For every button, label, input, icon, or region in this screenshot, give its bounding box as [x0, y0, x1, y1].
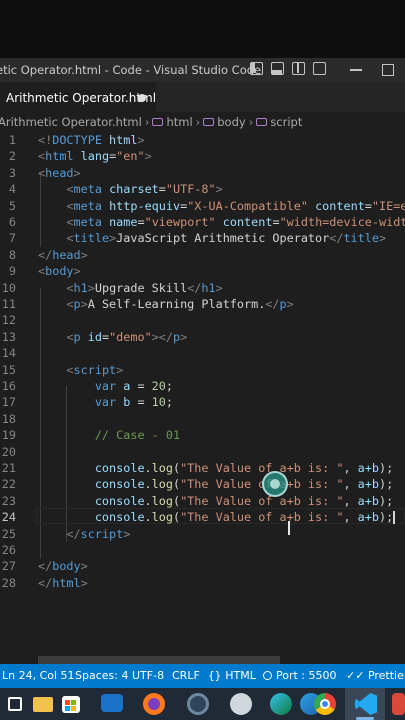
code-line: 21 console.log("The Value of a+b is: ", … — [1, 461, 394, 475]
breadcrumb-script[interactable]: script — [270, 112, 302, 132]
maximize-icon[interactable] — [382, 64, 394, 76]
code-line: 12 — [1, 313, 16, 328]
code-line: 4 <meta charset="UTF-8"> — [8, 182, 223, 197]
status-bar: Ln 24, Col 51 Spaces: 4 UTF-8 CRLF {} HTM… — [0, 664, 405, 688]
element-icon — [152, 117, 164, 126]
app-circle-icon[interactable] — [230, 693, 252, 715]
title-bar: etic Operator.html - Code - Visual Studi… — [0, 58, 405, 82]
customize-layout-icon[interactable] — [313, 62, 326, 75]
text-cursor — [393, 511, 395, 525]
horizontal-scrollbar[interactable] — [38, 656, 280, 664]
code-line: 22 console.log("The Value of a+b is: ", … — [1, 477, 394, 492]
mouse-ibeam-icon — [288, 521, 290, 535]
indentation[interactable]: Spaces: 4 — [75, 664, 128, 688]
code-line: 27 </body> — [1, 559, 88, 574]
tab-arithmetic-operator[interactable]: Arithmetic Operator.html — [0, 82, 156, 113]
breadcrumb-file[interactable]: Arithmetic Operator.html — [0, 112, 142, 132]
store-icon[interactable] — [60, 693, 82, 715]
chrome-icon[interactable] — [314, 693, 336, 715]
minimize-icon[interactable] — [350, 69, 362, 71]
touch-indicator-icon — [262, 471, 288, 497]
window-title: etic Operator.html - Code - Visual Studi… — [0, 63, 262, 77]
code-line: 11 <p>A Self-Learning Platform.</p> — [1, 297, 294, 311]
code-line: 9 <body> — [8, 264, 81, 279]
toggle-secondary-sidebar-icon[interactable] — [292, 62, 305, 75]
layout-controls — [250, 62, 326, 78]
chevron-right-icon: › — [144, 115, 150, 129]
code-line: 13 <p id="demo"></p> — [1, 329, 188, 344]
code-line: 1 <!DOCTYPE html> — [8, 133, 145, 147]
code-line: 3 <head> — [8, 165, 81, 180]
encoding[interactable]: UTF-8 — [132, 664, 164, 688]
toggle-sidebar-icon[interactable] — [250, 62, 263, 75]
braces-icon: {} — [208, 669, 222, 682]
unsaved-dot-icon[interactable] — [138, 94, 146, 102]
check-icon: ✓✓ — [346, 669, 368, 682]
live-server-port[interactable]: Port : 5500 — [263, 664, 337, 688]
code-line: 17 var b = 10; — [1, 395, 173, 410]
firefox-icon[interactable] — [143, 693, 165, 715]
code-editor[interactable]: 1 <!DOCTYPE html> 2 <html lang="en"> 3 <hea… — [0, 132, 405, 664]
language-mode[interactable]: {} HTML — [208, 664, 256, 688]
code-line: 19 // Case - 01 — [1, 428, 181, 443]
breadcrumb-body[interactable]: body — [217, 112, 245, 132]
code-line: 26 — [1, 543, 16, 557]
code-line: 28 </html> — [1, 575, 88, 590]
chevron-right-icon: › — [248, 115, 254, 129]
element-icon — [256, 117, 268, 126]
code-line: 23 console.log("The Value of a+b is: ", … — [1, 493, 394, 508]
breadcrumb-html[interactable]: html — [166, 112, 192, 132]
code-line: 15 <script> — [1, 362, 124, 377]
code-line: 7 <title>JavaScript Arithmetic Operator<… — [8, 231, 387, 246]
widgets-icon[interactable] — [5, 694, 25, 714]
end-of-line[interactable]: CRLF — [172, 664, 200, 688]
code-line: 16 var a = 20; — [1, 379, 173, 393]
mail-icon[interactable] — [101, 694, 123, 712]
code-line: 6 <meta name="viewport" content="width=d… — [8, 215, 405, 229]
code-line: 14 — [1, 346, 16, 361]
code-line-active: 24 console.log("The Value of a+b is: ", … — [1, 510, 395, 525]
code-line: 18 — [1, 411, 16, 426]
code-line: 25 </script> — [1, 526, 131, 541]
file-explorer-icon[interactable] — [32, 693, 54, 715]
toggle-panel-icon[interactable] — [271, 62, 284, 75]
cursor-position[interactable]: Ln 24, Col 51 — [2, 664, 75, 688]
video-top-bar — [0, 0, 405, 58]
app-icon[interactable] — [392, 693, 405, 715]
code-line: 8 </head> — [8, 247, 88, 262]
element-icon — [203, 117, 215, 126]
broadcast-icon — [263, 670, 272, 680]
code-line: 20 — [1, 444, 16, 459]
code-line: 10 <h1>Upgrade Skill</h1> — [1, 280, 223, 295]
prettier-status[interactable]: ✓✓ Prettier — [346, 664, 405, 688]
tab-label: Arithmetic Operator.html — [6, 91, 157, 105]
code-line: 5 <meta http-equiv="X-UA-Compatible" con… — [8, 198, 405, 213]
chevron-right-icon: › — [195, 115, 201, 129]
settings-icon[interactable] — [187, 693, 209, 715]
breadcrumb: Arithmetic Operator.html › html › body › scrip… — [0, 112, 405, 132]
edge-icon[interactable] — [270, 693, 292, 715]
tab-bar: Arithmetic Operator.html — [0, 82, 405, 113]
code-line: 2 <html lang="en"> — [8, 149, 152, 164]
